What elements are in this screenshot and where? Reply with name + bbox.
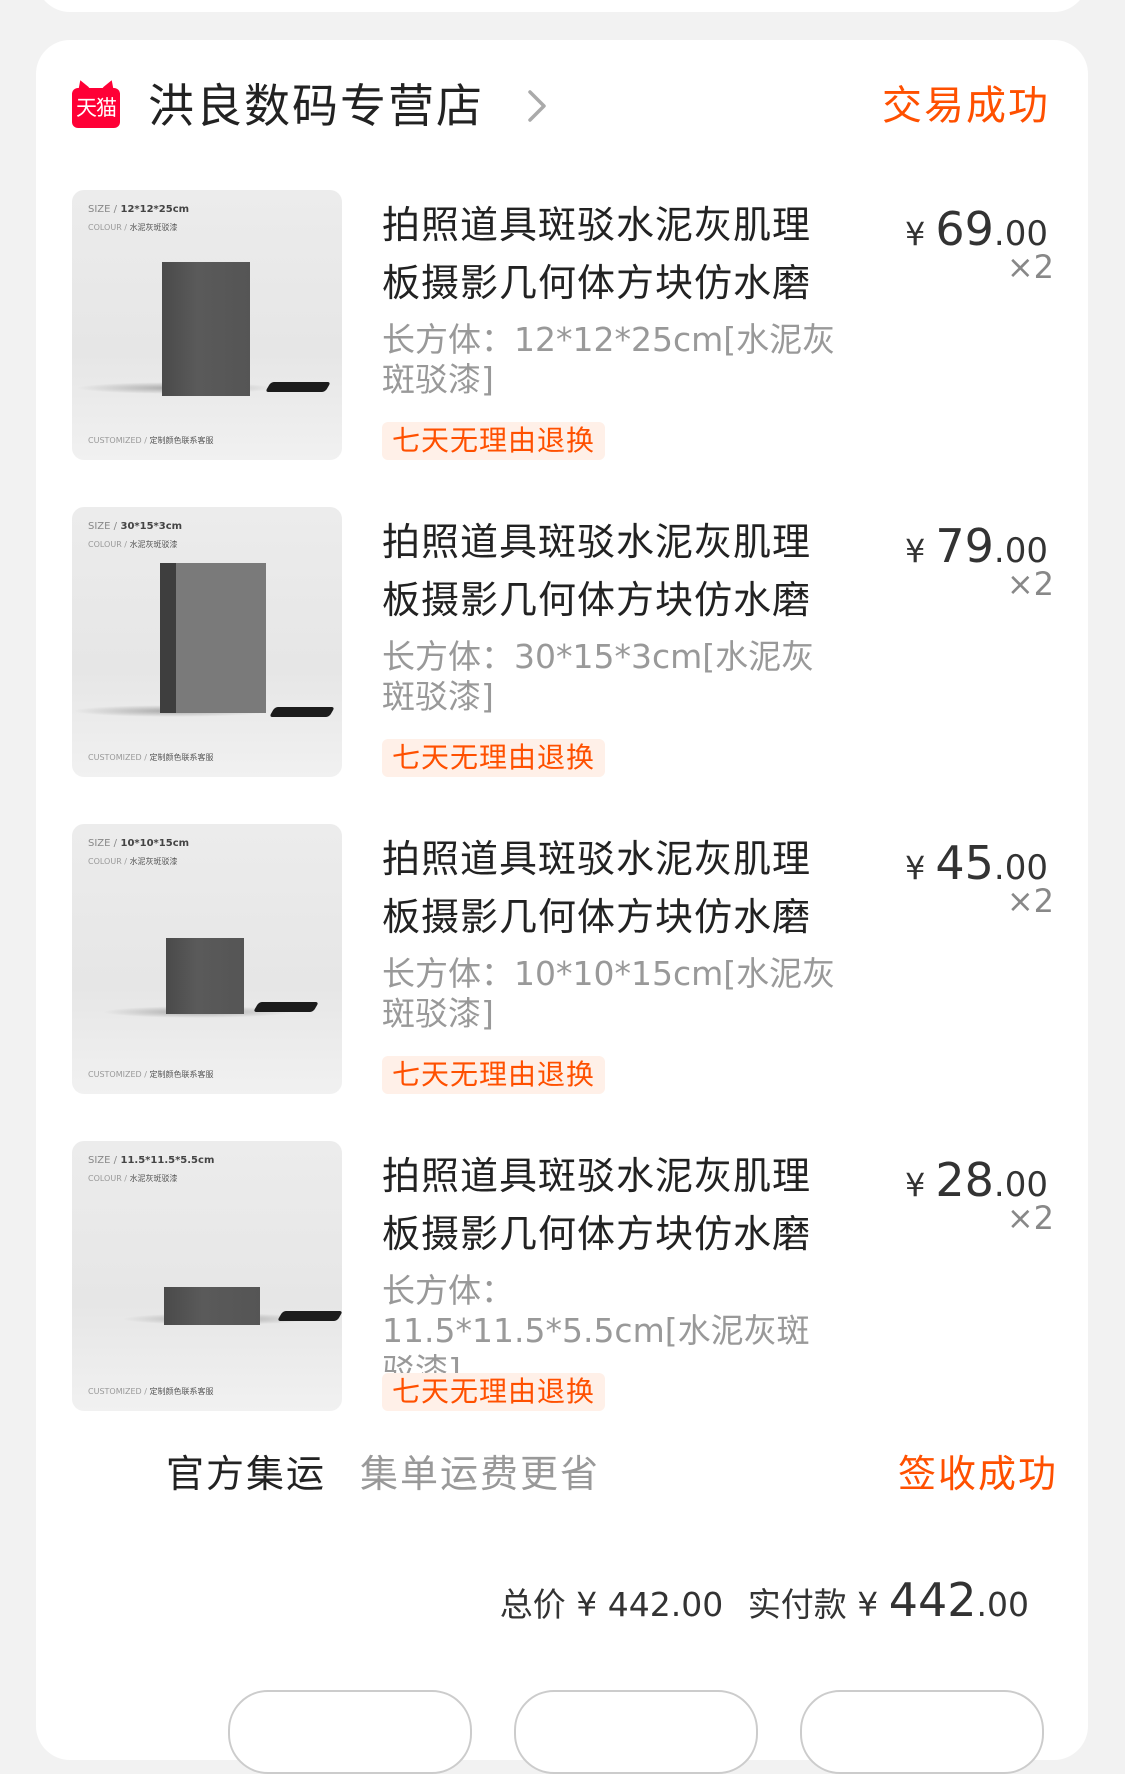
product-spec: 长方体：10*10*15cm[水泥灰斑驳漆]: [382, 954, 836, 1033]
logistics-note: 集单运费更省: [360, 1452, 601, 1496]
order-item[interactable]: SIZE / 30*15*3cm COLOUR / 水泥灰斑驳漆 CUSTOMI…: [36, 507, 1088, 777]
concrete-block: [176, 563, 266, 713]
thumb-colour-text: COLOUR / 水泥灰斑驳漆: [88, 540, 178, 549]
concrete-block: [162, 262, 250, 396]
thumb-colour-text: COLOUR / 水泥灰斑驳漆: [88, 223, 178, 232]
logistics-status: 签收成功: [897, 1452, 1058, 1496]
action-button[interactable]: [800, 1690, 1044, 1774]
action-button[interactable]: [228, 1690, 472, 1774]
product-title[interactable]: 拍照道具斑驳水泥灰肌理板摄影几何体方块仿水磨: [382, 196, 842, 312]
phone-prop: [277, 1311, 342, 1321]
paid-label: 实付款: [747, 1585, 847, 1624]
total-currency: ¥: [576, 1585, 598, 1624]
return-policy-tag: 七天无理由退换: [382, 1056, 606, 1094]
thumb-custom-text: CUSTOMIZED / 定制颜色联系客服: [88, 436, 214, 445]
order-item[interactable]: SIZE / 12*12*25cm COLOUR / 水泥灰斑驳漆 CUSTOM…: [36, 190, 1088, 460]
action-button[interactable]: [514, 1690, 758, 1774]
thumb-custom-text: CUSTOMIZED / 定制颜色联系客服: [88, 1387, 214, 1396]
thumb-custom-text: CUSTOMIZED / 定制颜色联系客服: [88, 753, 214, 762]
tmall-logo: 天猫: [72, 88, 120, 128]
store-header[interactable]: 天猫 洪良数码专营店 交易成功: [36, 40, 1088, 170]
product-thumbnail[interactable]: SIZE / 30*15*3cm COLOUR / 水泥灰斑驳漆 CUSTOMI…: [72, 507, 342, 777]
store-name[interactable]: 洪良数码专营店: [148, 74, 484, 138]
return-policy-tag: 七天无理由退换: [382, 1373, 606, 1411]
product-title[interactable]: 拍照道具斑驳水泥灰肌理板摄影几何体方块仿水磨: [382, 830, 842, 946]
return-policy-tag: 七天无理由退换: [382, 422, 606, 460]
product-spec: 长方体：30*15*3cm[水泥灰斑驳漆]: [382, 637, 815, 716]
thumb-size-text: SIZE / 30*15*3cm: [88, 521, 183, 532]
chevron-right-icon[interactable]: [514, 84, 558, 128]
product-thumbnail[interactable]: SIZE / 12*12*25cm COLOUR / 水泥灰斑驳漆 CUSTOM…: [72, 190, 342, 460]
product-quantity: ×2: [1006, 565, 1054, 603]
paid-decimals: .00: [976, 1585, 1029, 1624]
product-thumbnail[interactable]: SIZE / 10*10*15cm COLOUR / 水泥灰斑驳漆 CUSTOM…: [72, 824, 342, 1094]
phone-prop: [269, 707, 335, 717]
product-title[interactable]: 拍照道具斑驳水泥灰肌理板摄影几何体方块仿水磨: [382, 1147, 842, 1263]
product-quantity: ×2: [1006, 1199, 1054, 1237]
order-item[interactable]: SIZE / 10*10*15cm COLOUR / 水泥灰斑驳漆 CUSTOM…: [36, 824, 1088, 1094]
total-value: 442.00: [607, 1585, 724, 1624]
thumb-colour-text: COLOUR / 水泥灰斑驳漆: [88, 857, 178, 866]
total-label: 总价: [499, 1585, 566, 1624]
concrete-block: [166, 938, 244, 1014]
concrete-block: [164, 1287, 260, 1325]
return-policy-tag: 七天无理由退换: [382, 739, 606, 777]
paid-currency: ¥: [857, 1585, 879, 1624]
thumb-colour-text: COLOUR / 水泥灰斑驳漆: [88, 1174, 178, 1183]
paid-amount: 442: [888, 1573, 977, 1627]
product-quantity: ×2: [1006, 248, 1054, 286]
product-spec: 长方体：12*12*25cm[水泥灰斑驳漆]: [382, 320, 836, 399]
logistics-row[interactable]: 官方集运 集单运费更省 签收成功: [36, 1444, 1088, 1504]
concrete-block-side: [160, 563, 176, 713]
order-status: 交易成功: [882, 83, 1050, 129]
product-title[interactable]: 拍照道具斑驳水泥灰肌理板摄影几何体方块仿水磨: [382, 513, 842, 629]
order-totals: 总价 ¥ 442.00 实付款 ¥ 442.00: [500, 1570, 1029, 1635]
thumb-size-text: SIZE / 10*10*15cm: [88, 838, 190, 849]
thumb-size-text: SIZE / 12*12*25cm: [88, 204, 190, 215]
phone-prop: [265, 382, 331, 392]
phone-prop: [253, 1002, 319, 1012]
product-quantity: ×2: [1006, 882, 1054, 920]
thumb-size-text: SIZE / 11.5*11.5*5.5cm: [88, 1155, 215, 1166]
thumb-custom-text: CUSTOMIZED / 定制颜色联系客服: [88, 1070, 214, 1079]
previous-order-card: [36, 0, 1088, 12]
logistics-label: 官方集运: [166, 1452, 327, 1496]
product-thumbnail[interactable]: SIZE / 11.5*11.5*5.5cm COLOUR / 水泥灰斑驳漆 C…: [72, 1141, 342, 1411]
order-item[interactable]: SIZE / 11.5*11.5*5.5cm COLOUR / 水泥灰斑驳漆 C…: [36, 1141, 1088, 1411]
